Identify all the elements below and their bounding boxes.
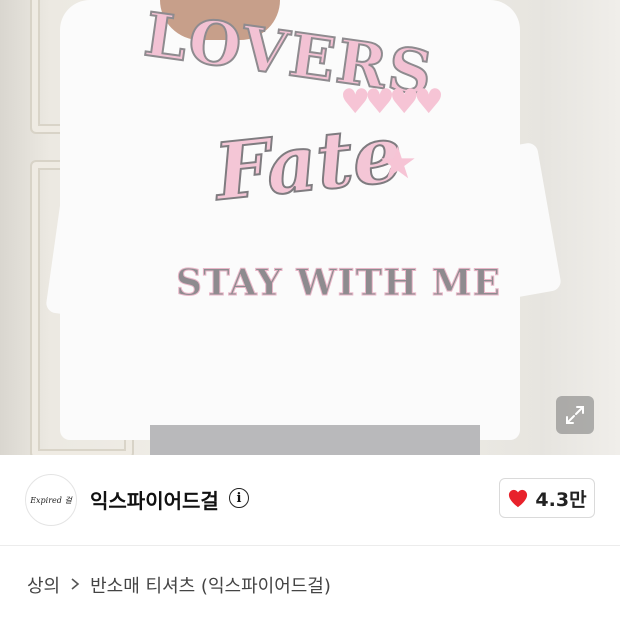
breadcrumb-category[interactable]: 상의 [27,572,60,598]
like-count: 4.3만 [535,488,587,511]
store-row: Expired 걸 익스파이어드걸 i 4.3만 [0,455,620,545]
like-button[interactable]: 4.3만 [499,478,595,518]
chevron-right-icon [70,576,80,595]
star-graphic: ★ [378,138,418,189]
expand-image-button[interactable] [556,396,594,434]
heart-icon [509,489,528,508]
wall-right [540,0,620,455]
info-icon[interactable]: i [229,488,249,508]
shirt-print-stay-with-me: STAY WITH ME [175,262,502,305]
product-image[interactable]: LOVERS ♥♥♥♥ Fate ★ STAY WITH ME [0,0,620,455]
jeans [150,425,480,455]
store-logo[interactable]: Expired 걸 [25,474,77,526]
store-name[interactable]: 익스파이어드걸 [90,485,219,514]
divider [0,545,620,546]
expand-arrows-icon [566,406,584,424]
breadcrumb: 상의 반소매 티셔츠 (익스파이어드걸) [27,572,331,598]
breadcrumb-subcategory[interactable]: 반소매 티셔츠 (익스파이어드걸) [90,572,331,598]
